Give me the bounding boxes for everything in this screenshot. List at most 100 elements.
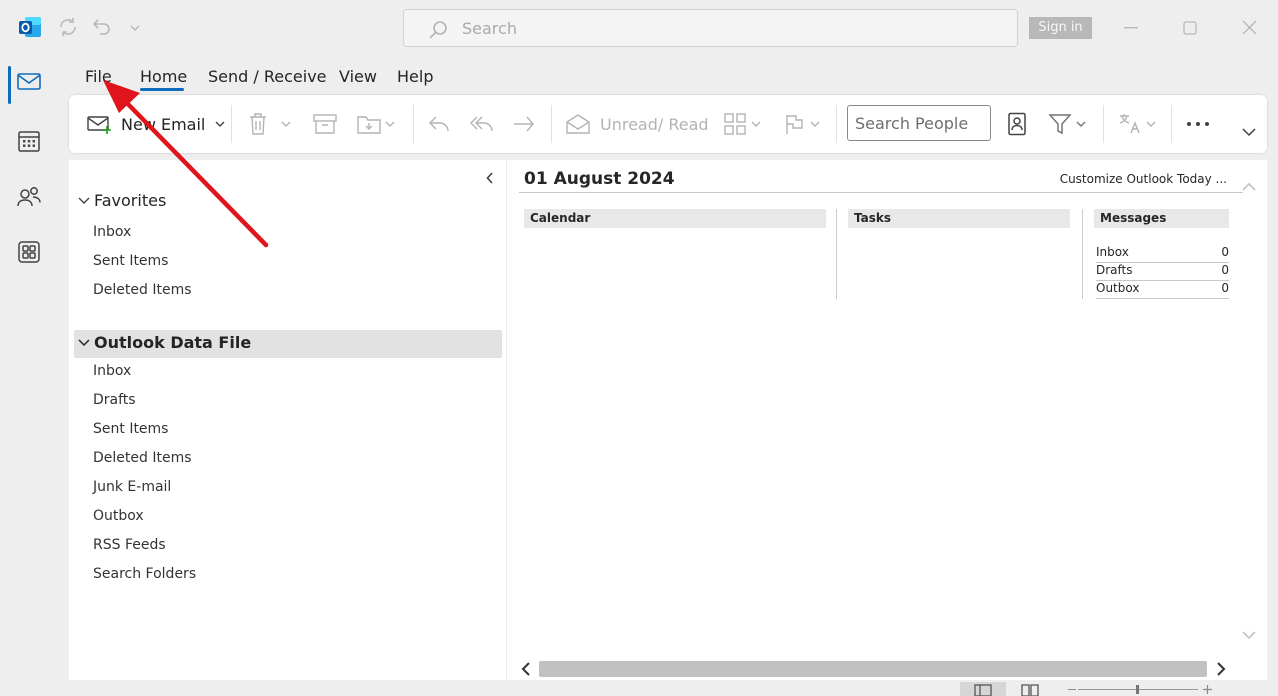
status-bar	[0, 680, 1278, 696]
zoom-slider-thumb[interactable]	[1136, 685, 1139, 694]
flag-button[interactable]	[784, 95, 820, 153]
tab-file[interactable]: File	[85, 67, 112, 86]
search-people-input[interactable]: Search People	[847, 105, 991, 141]
message-folder-name: Inbox	[1096, 245, 1129, 259]
delete-button[interactable]	[247, 95, 291, 153]
chevron-down-icon	[810, 121, 820, 127]
customize-outlook-today-link[interactable]: Customize Outlook Today ...	[1060, 172, 1227, 186]
maximize-icon[interactable]	[1183, 21, 1197, 35]
folder-item[interactable]: Outbox	[93, 508, 144, 524]
unread-read-label: Unread/ Read	[600, 114, 709, 134]
move-button[interactable]	[357, 95, 395, 153]
folder-item[interactable]: Deleted Items	[93, 450, 192, 466]
folder-item[interactable]: Sent Items	[93, 421, 168, 437]
mail-icon[interactable]	[16, 71, 42, 97]
more-options-button[interactable]	[1186, 95, 1210, 153]
expand-ribbon-button[interactable]	[1242, 103, 1256, 161]
folder-item[interactable]: Sent Items	[93, 253, 168, 269]
collapse-pane-icon[interactable]	[486, 172, 494, 184]
new-email-button[interactable]: New Email	[87, 95, 225, 153]
search-people-placeholder: Search People	[855, 114, 969, 133]
chevron-down-icon	[78, 338, 90, 346]
tab-send-receive[interactable]: Send / Receive	[208, 67, 327, 86]
address-book-button[interactable]	[1006, 95, 1028, 153]
forward-icon	[514, 116, 534, 132]
scroll-left-icon[interactable]	[519, 660, 533, 678]
folder-pane: Favorites Inbox Sent Items Deleted Items…	[69, 160, 506, 680]
tasks-section-header[interactable]: Tasks	[848, 209, 1070, 228]
title-bar: Search Sign in	[0, 0, 1278, 56]
zoom-in-icon[interactable]	[1203, 685, 1212, 694]
chevron-down-icon	[1242, 128, 1256, 137]
archive-button[interactable]	[313, 95, 337, 153]
address-book-icon	[1008, 112, 1026, 136]
message-row[interactable]: Outbox 0	[1096, 281, 1229, 299]
zoom-out-icon[interactable]	[1068, 689, 1076, 690]
categorize-button[interactable]	[723, 95, 761, 153]
column-divider	[1082, 209, 1083, 299]
qat-dropdown-icon[interactable]	[130, 24, 140, 32]
translate-button[interactable]	[1118, 95, 1156, 153]
today-date: 01 August 2024	[524, 169, 675, 189]
translate-icon	[1119, 114, 1140, 134]
active-indicator	[8, 66, 11, 104]
message-count: 0	[1221, 281, 1229, 295]
tab-view[interactable]: View	[339, 67, 377, 86]
search-bar[interactable]: Search	[403, 9, 1018, 47]
scroll-right-icon[interactable]	[1214, 660, 1228, 678]
data-file-header[interactable]: Outlook Data File	[78, 333, 251, 352]
reply-button[interactable]	[427, 95, 451, 153]
tab-help[interactable]: Help	[397, 67, 433, 86]
favorites-header[interactable]: Favorites	[78, 191, 166, 210]
close-icon[interactable]	[1242, 20, 1257, 35]
folder-item[interactable]: Deleted Items	[93, 282, 192, 298]
archive-icon	[313, 114, 337, 134]
active-tab-underline	[140, 88, 184, 91]
divider	[519, 192, 1243, 193]
chevron-down-icon	[78, 197, 90, 204]
search-icon	[429, 21, 447, 39]
search-placeholder: Search	[462, 19, 517, 38]
folder-item[interactable]: Drafts	[93, 392, 136, 408]
apps-icon[interactable]	[16, 239, 42, 265]
column-divider	[836, 209, 837, 299]
filter-email-button[interactable]	[1048, 95, 1086, 153]
minimize-icon[interactable]	[1124, 27, 1138, 29]
folder-item[interactable]: RSS Feeds	[93, 537, 166, 553]
message-count: 0	[1221, 245, 1229, 259]
folder-item[interactable]: Inbox	[93, 363, 131, 379]
outlook-logo-icon	[18, 14, 42, 40]
normal-view-button[interactable]	[960, 682, 1006, 696]
delete-icon	[250, 113, 266, 135]
unread-read-button[interactable]: Unread/ Read	[566, 95, 709, 153]
new-email-icon	[87, 116, 111, 134]
envelope-open-icon	[566, 114, 590, 134]
filter-icon	[1048, 114, 1072, 135]
reading-view-icon[interactable]	[1021, 684, 1039, 696]
more-icon	[1187, 122, 1209, 126]
sign-in-button[interactable]: Sign in	[1029, 17, 1092, 39]
tab-home[interactable]: Home	[140, 67, 187, 86]
reply-all-button[interactable]	[469, 95, 495, 153]
chevron-down-icon	[281, 121, 291, 127]
calendar-section-header[interactable]: Calendar	[524, 209, 826, 228]
messages-section-header[interactable]: Messages	[1094, 209, 1229, 228]
chevron-down-icon	[751, 121, 761, 127]
horizontal-scrollbar[interactable]	[517, 660, 1233, 678]
folder-item[interactable]: Search Folders	[93, 566, 196, 582]
divider	[836, 105, 837, 143]
folder-item[interactable]: Junk E-mail	[93, 479, 171, 495]
undo-icon[interactable]	[92, 17, 112, 37]
message-row[interactable]: Inbox 0	[1096, 245, 1229, 263]
divider	[551, 105, 552, 143]
ribbon-toolbar: New Email Unread/ Read Search People	[69, 95, 1267, 153]
calendar-icon[interactable]	[16, 128, 42, 154]
message-folder-name: Outbox	[1096, 281, 1140, 295]
people-icon[interactable]	[16, 184, 42, 210]
sync-icon[interactable]	[58, 17, 78, 37]
vertical-scrollbar[interactable]	[1238, 170, 1260, 650]
scroll-thumb[interactable]	[539, 661, 1207, 677]
forward-button[interactable]	[512, 95, 536, 153]
folder-item[interactable]: Inbox	[93, 224, 131, 240]
message-row[interactable]: Drafts 0	[1096, 263, 1229, 281]
